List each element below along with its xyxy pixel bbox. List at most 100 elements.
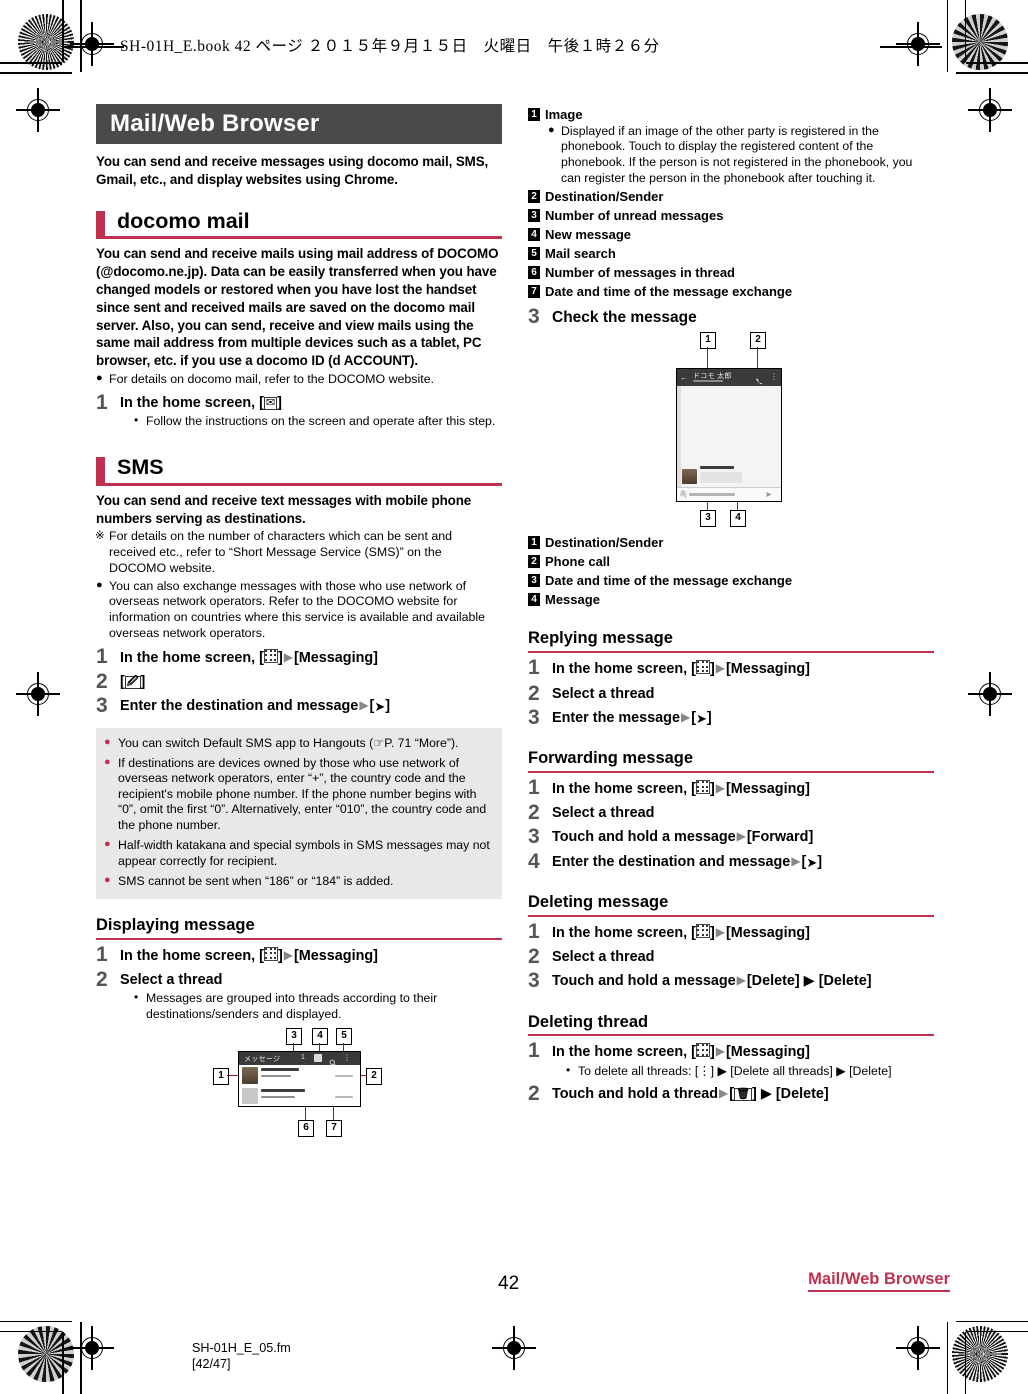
new-message-icon: 🖉 bbox=[124, 675, 141, 689]
legend-label: Number of messages in thread bbox=[545, 264, 735, 280]
step-text-post: [Messaging] bbox=[725, 1044, 810, 1061]
bullet-dot-icon: ● bbox=[548, 123, 555, 136]
step-text-pre: Enter the message bbox=[552, 709, 680, 726]
subsection-deleting-message: Deleting message bbox=[528, 893, 934, 917]
callout-number: 1 bbox=[528, 108, 540, 121]
right-column: 1 Image ● Displayed if an image of the o… bbox=[528, 104, 934, 1106]
displaying-step-2: 2 Select a thread • Messages are grouped… bbox=[96, 969, 502, 1022]
bullet-dot-icon: ● bbox=[104, 838, 111, 851]
legend-label: Phone call bbox=[545, 553, 611, 569]
legend-label: Image bbox=[545, 107, 583, 122]
search-icon bbox=[329, 1054, 337, 1067]
step-text-post: [Messaging] bbox=[725, 661, 810, 678]
note-item: ● Half-width katakana and special symbols… bbox=[104, 838, 492, 869]
source-file-range: [42/47] bbox=[192, 1356, 231, 1371]
running-head-text: Mail/Web Browser bbox=[808, 1270, 950, 1288]
sms-body: You can send and receive text messages w… bbox=[96, 492, 472, 526]
subsection-rule bbox=[528, 914, 934, 917]
callout-number: 4 bbox=[528, 592, 540, 606]
legend-item-7: 7 Date and time of the message exchange bbox=[528, 284, 934, 300]
docomo-mail-body: You can send and receive mails using mai… bbox=[96, 246, 499, 369]
left-column: Mail/Web Browser You can send and receiv… bbox=[95, 104, 502, 1137]
legend-label: Message bbox=[545, 591, 600, 607]
step-number: 1 bbox=[528, 775, 540, 799]
bullet-dot-icon: • bbox=[566, 1062, 571, 1077]
crop-mark-tr-h bbox=[966, 62, 1028, 64]
bullet-dot-icon: ● bbox=[104, 735, 111, 748]
step-text-pre: In the home screen, [ bbox=[552, 1044, 696, 1061]
contact-avatar-placeholder bbox=[242, 1087, 258, 1104]
callout-1: 1 bbox=[700, 332, 716, 350]
legend-label: Destination/Sender bbox=[545, 535, 664, 551]
step-text-post: [Messaging] bbox=[725, 780, 810, 797]
step-number: 2 bbox=[528, 1082, 540, 1106]
subsection-title: Replying message bbox=[528, 629, 673, 648]
send-icon: ➤ bbox=[374, 699, 386, 715]
step-number: 3 bbox=[528, 969, 540, 993]
callout-number: 2 bbox=[528, 190, 540, 204]
note-text: For details on docomo mail, refer to the… bbox=[109, 372, 435, 386]
step-bullet-text: To delete all threads: [⋮] ▶ [Delete all… bbox=[578, 1063, 892, 1078]
source-file-stamp: SH-01H_E_05.fm [42/47] bbox=[192, 1341, 291, 1373]
step-number: 3 bbox=[96, 694, 108, 718]
arrow-icon: ▶ bbox=[719, 1086, 729, 1101]
step-text-post: [Forward] bbox=[746, 829, 814, 846]
arrow-icon: ▶ bbox=[715, 780, 725, 795]
app-grid-icon bbox=[695, 660, 710, 675]
step-text: Touch and hold a message▶[Forward] bbox=[552, 829, 934, 846]
step-text: Touch and hold a message▶[Delete] ▶ [Del… bbox=[552, 973, 934, 990]
callout-6: 6 bbox=[298, 1119, 314, 1137]
arrow-icon: ▶ bbox=[736, 829, 746, 844]
step-bullet-text: Follow the instructions on the screen an… bbox=[146, 414, 496, 429]
replying-step-1: 1 In the home screen, []▶[Messaging] bbox=[528, 657, 934, 678]
step-text-pre: Enter the destination and message bbox=[552, 853, 791, 870]
crop-mark-bl-v bbox=[62, 1332, 64, 1394]
legend2-item-1: 1 Destination/Sender bbox=[528, 535, 934, 551]
registration-mark-bottom-right bbox=[896, 1326, 940, 1370]
figure-thread-list: 3 4 5 1 2 6 7 メッセージ 1 ⋮ bbox=[96, 1027, 502, 1137]
deleting-msg-step-3: 3 Touch and hold a message▶[Delete] ▶ [D… bbox=[528, 969, 934, 993]
step-number: 3 bbox=[528, 705, 540, 729]
step-text: Enter the destination and message▶[➤] bbox=[120, 698, 502, 715]
subsection-rule bbox=[528, 651, 934, 654]
crop-mark-tl-v2 bbox=[80, 0, 82, 72]
deleting-msg-step-1: 1 In the home screen, []▶[Messaging] bbox=[528, 919, 934, 943]
sender-name-line bbox=[261, 1067, 299, 1071]
step-number: 2 bbox=[96, 669, 108, 693]
print-test-target-bottom-right bbox=[952, 1326, 1008, 1382]
crop-mark-tl-h2 bbox=[0, 72, 72, 74]
send-icon: ➤ bbox=[806, 854, 818, 870]
legend-label: Mail search bbox=[545, 245, 616, 261]
phone-app-title: メッセージ bbox=[244, 1055, 281, 1063]
crop-mark-br-h bbox=[966, 1330, 1028, 1332]
step-number: 3 bbox=[528, 305, 540, 329]
step-number: 2 bbox=[528, 681, 540, 705]
callout-4: 4 bbox=[312, 1027, 328, 1045]
trash-icon: 🗑 bbox=[734, 1088, 753, 1102]
note-item: ● If destinations are devices owned by th… bbox=[104, 756, 492, 833]
step-text-post: [Messaging] bbox=[725, 924, 810, 941]
bullet-dot-icon: ● bbox=[104, 755, 111, 768]
section-sms: SMS bbox=[96, 455, 502, 486]
legend-label: Number of unread messages bbox=[545, 208, 724, 224]
callout-1: 1 bbox=[213, 1067, 229, 1085]
callout-number: 7 bbox=[528, 284, 540, 298]
subsection-replying-message: Replying message bbox=[528, 629, 934, 654]
step-text-pre: Touch and hold a message bbox=[552, 973, 736, 990]
note-item-text: You can switch Default SMS app to Hangou… bbox=[118, 735, 459, 750]
sms-step-2: 2 [🖉] bbox=[96, 669, 502, 693]
step-text: In the home screen, []▶[Messaging] bbox=[552, 779, 934, 798]
arrow-icon: ▶ bbox=[283, 649, 293, 664]
step-number: 1 bbox=[528, 919, 540, 943]
forwarding-step-3: 3 Touch and hold a message▶[Forward] bbox=[528, 826, 934, 847]
crop-mark-bl-h2 bbox=[0, 1320, 72, 1322]
callout-number: 5 bbox=[528, 246, 540, 260]
crop-mark-bl-h bbox=[0, 1330, 62, 1332]
app-grid-icon bbox=[263, 648, 278, 663]
legend-label: Destination/Sender bbox=[545, 189, 664, 205]
step-text-pre: In the home screen, [ bbox=[120, 947, 264, 964]
note-item: ● SMS cannot be sent when “186” or “184” … bbox=[104, 874, 492, 889]
crop-mark-br-v bbox=[964, 1332, 966, 1394]
phone-glyph bbox=[756, 378, 763, 385]
section-title: SMS bbox=[117, 455, 164, 480]
